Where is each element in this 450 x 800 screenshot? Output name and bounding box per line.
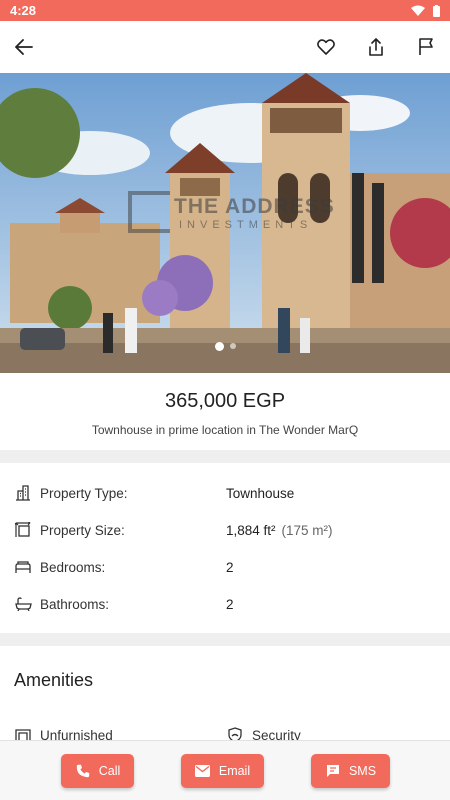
favorite-button[interactable] [314,35,338,59]
sms-label: SMS [348,764,377,778]
carousel-dot[interactable] [229,343,236,349]
detail-row-bathrooms: Bathrooms: 2 [0,592,450,616]
watermark-subtext: INVESTMENTS [179,219,313,231]
size-icon [14,521,32,539]
phone-icon [75,763,91,779]
listing-title: Townhouse in prime location in The Wonde… [91,423,359,437]
mail-icon [195,763,211,779]
status-time: 4:28 [10,3,37,18]
sms-button[interactable]: SMS [311,754,390,788]
share-button[interactable] [364,35,388,59]
price-section: 365,000 EGP Townhouse in prime location … [0,373,450,450]
detail-value-text: 2 [226,559,234,575]
detail-row-size: Property Size: 1,884 ft² (175 m²) [0,518,450,542]
heart-icon [317,39,335,55]
bath-icon [14,595,32,613]
arrow-left-icon [15,39,33,55]
detail-row-bedrooms: Bedrooms: 2 [0,555,450,579]
detail-value-text: 2 [226,596,234,612]
call-label: Call [98,764,121,778]
battery-icon [433,4,440,17]
detail-value: 1,884 ft² (175 m²) [226,523,333,538]
detail-value-text: Townhouse [226,485,295,501]
section-divider [0,450,450,463]
property-details: Property Type: Townhouse Property Size: … [0,463,450,633]
detail-label: Bathrooms: [40,596,110,612]
detail-value: 2 [226,597,234,612]
contact-bar: Call Email SMS [0,740,450,800]
status-bar: 4:28 [0,0,450,21]
section-divider [0,633,450,646]
bed-icon [14,558,32,576]
status-icons [411,4,440,17]
amenities-title: Amenities [14,670,94,690]
detail-value: Townhouse [226,486,294,501]
detail-label: Property Size: [40,522,125,538]
detail-value-metric: (175 m²) [281,522,333,538]
detail-label: Property Type: [40,485,128,501]
carousel-indicator [0,342,450,351]
property-image-carousel[interactable]: THE ADDRESS INVESTMENTS [0,73,450,373]
report-button[interactable] [414,35,438,59]
flag-icon [419,38,433,55]
watermark-text: THE ADDRESS [174,195,335,218]
detail-label: Bedrooms: [40,559,106,575]
amenities-section: Amenities Unfurnished Security [0,646,450,742]
message-icon [325,763,341,779]
email-label: Email [218,764,251,778]
detail-row-type: Property Type: Townhouse [0,481,450,505]
price: 365,000 EGP [164,390,286,412]
detail-value-text: 1,884 ft² [226,522,276,538]
carousel-dot-active[interactable] [214,342,224,351]
building-icon [14,484,32,502]
call-button[interactable]: Call [61,754,134,788]
share-icon [369,38,383,56]
back-button[interactable] [12,35,36,59]
toolbar [0,21,450,73]
detail-value: 2 [226,560,234,575]
email-button[interactable]: Email [181,754,264,788]
wifi-icon [411,5,425,16]
watermark-logo: THE ADDRESS INVESTMENTS [128,191,335,233]
